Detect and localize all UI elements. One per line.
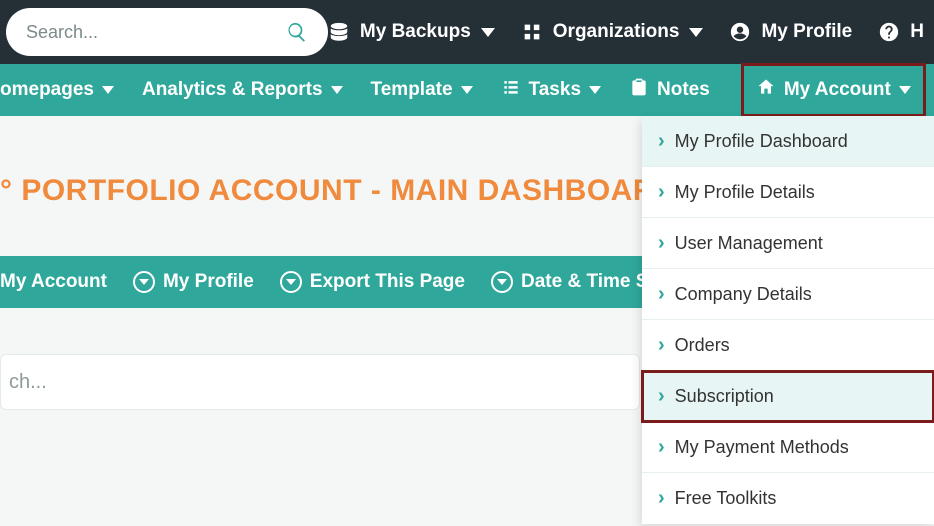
search-box[interactable] bbox=[6, 8, 328, 56]
chevron-right-icon: › bbox=[658, 487, 665, 510]
caret-down-icon bbox=[589, 86, 601, 94]
my-backups-label: My Backups bbox=[360, 21, 471, 43]
my-profile-label: My Profile bbox=[761, 21, 852, 43]
organizations-menu[interactable]: Organizations bbox=[521, 21, 704, 43]
org-icon bbox=[521, 21, 543, 43]
dd-company-details[interactable]: › Company Details bbox=[642, 269, 934, 320]
chevron-right-icon: › bbox=[658, 334, 665, 357]
dd-label: My Profile Details bbox=[675, 182, 815, 203]
action-export-label: Export This Page bbox=[310, 271, 465, 293]
caret-down-icon bbox=[461, 86, 473, 94]
chevron-right-icon: › bbox=[658, 283, 665, 306]
dd-subscription[interactable]: › Subscription bbox=[642, 371, 934, 422]
nav-more[interactable]: More bbox=[925, 64, 934, 116]
nav-tasks[interactable]: Tasks bbox=[487, 64, 615, 116]
dd-label: My Payment Methods bbox=[675, 437, 849, 458]
dd-user-management[interactable]: › User Management bbox=[642, 218, 934, 269]
dd-my-payment-methods[interactable]: › My Payment Methods bbox=[642, 422, 934, 473]
action-my-profile[interactable]: My Profile bbox=[133, 271, 254, 293]
circle-arrow-down-icon bbox=[133, 271, 155, 293]
dd-orders[interactable]: › Orders bbox=[642, 320, 934, 371]
topbar: My Backups Organizations My Profile H bbox=[0, 0, 934, 64]
chevron-right-icon: › bbox=[658, 232, 665, 255]
help-label: H bbox=[910, 21, 924, 43]
main-nav: omepages Analytics & Reports Template Ta… bbox=[0, 64, 934, 116]
nav-analytics[interactable]: Analytics & Reports bbox=[128, 64, 357, 116]
dd-my-profile-details[interactable]: › My Profile Details bbox=[642, 167, 934, 218]
nav-tasks-label: Tasks bbox=[529, 79, 581, 101]
chevron-right-icon: › bbox=[658, 385, 665, 408]
dd-my-profile-dashboard[interactable]: › My Profile Dashboard bbox=[642, 116, 934, 167]
nav-homepages-label: omepages bbox=[0, 79, 94, 101]
caret-down-icon bbox=[481, 28, 495, 37]
nav-analytics-label: Analytics & Reports bbox=[142, 79, 323, 101]
my-backups-menu[interactable]: My Backups bbox=[328, 21, 495, 43]
user-circle-icon bbox=[729, 21, 751, 43]
dd-label: Company Details bbox=[675, 284, 812, 305]
my-account-dropdown: › My Profile Dashboard › My Profile Deta… bbox=[642, 116, 934, 524]
filter-box[interactable] bbox=[0, 354, 640, 410]
chevron-right-icon: › bbox=[658, 181, 665, 204]
caret-down-icon bbox=[689, 28, 703, 37]
nav-template[interactable]: Template bbox=[357, 64, 487, 116]
chevron-right-icon: › bbox=[658, 130, 665, 153]
home-icon bbox=[756, 77, 776, 103]
circle-arrow-down-icon bbox=[280, 271, 302, 293]
dd-label: Subscription bbox=[675, 386, 774, 407]
action-my-account[interactable]: My Account bbox=[0, 271, 107, 293]
action-my-profile-label: My Profile bbox=[163, 271, 254, 293]
caret-down-icon bbox=[102, 86, 114, 94]
nav-my-account-label: My Account bbox=[784, 79, 891, 101]
list-icon bbox=[501, 77, 521, 103]
dd-label: Free Toolkits bbox=[675, 488, 777, 509]
nav-homepages[interactable]: omepages bbox=[0, 64, 128, 116]
database-icon bbox=[328, 21, 350, 43]
dd-label: My Profile Dashboard bbox=[675, 131, 848, 152]
help-circle-icon bbox=[878, 21, 900, 43]
chevron-right-icon: › bbox=[658, 436, 665, 459]
circle-arrow-down-icon bbox=[491, 271, 513, 293]
search-input[interactable] bbox=[26, 22, 286, 43]
nav-notes[interactable]: Notes bbox=[615, 64, 724, 116]
action-my-account-label: My Account bbox=[0, 271, 107, 293]
caret-down-icon bbox=[899, 86, 911, 94]
nav-notes-label: Notes bbox=[657, 79, 710, 101]
nav-template-label: Template bbox=[371, 79, 453, 101]
search-icon[interactable] bbox=[286, 21, 308, 43]
action-export[interactable]: Export This Page bbox=[280, 271, 465, 293]
help-link[interactable]: H bbox=[878, 21, 924, 43]
nav-my-account[interactable]: My Account bbox=[742, 64, 925, 116]
my-profile-link[interactable]: My Profile bbox=[729, 21, 852, 43]
clipboard-icon bbox=[629, 77, 649, 103]
filter-input[interactable] bbox=[9, 371, 631, 394]
organizations-label: Organizations bbox=[553, 21, 680, 43]
dd-label: User Management bbox=[675, 233, 823, 254]
dd-free-toolkits[interactable]: › Free Toolkits bbox=[642, 473, 934, 524]
caret-down-icon bbox=[331, 86, 343, 94]
dd-label: Orders bbox=[675, 335, 730, 356]
